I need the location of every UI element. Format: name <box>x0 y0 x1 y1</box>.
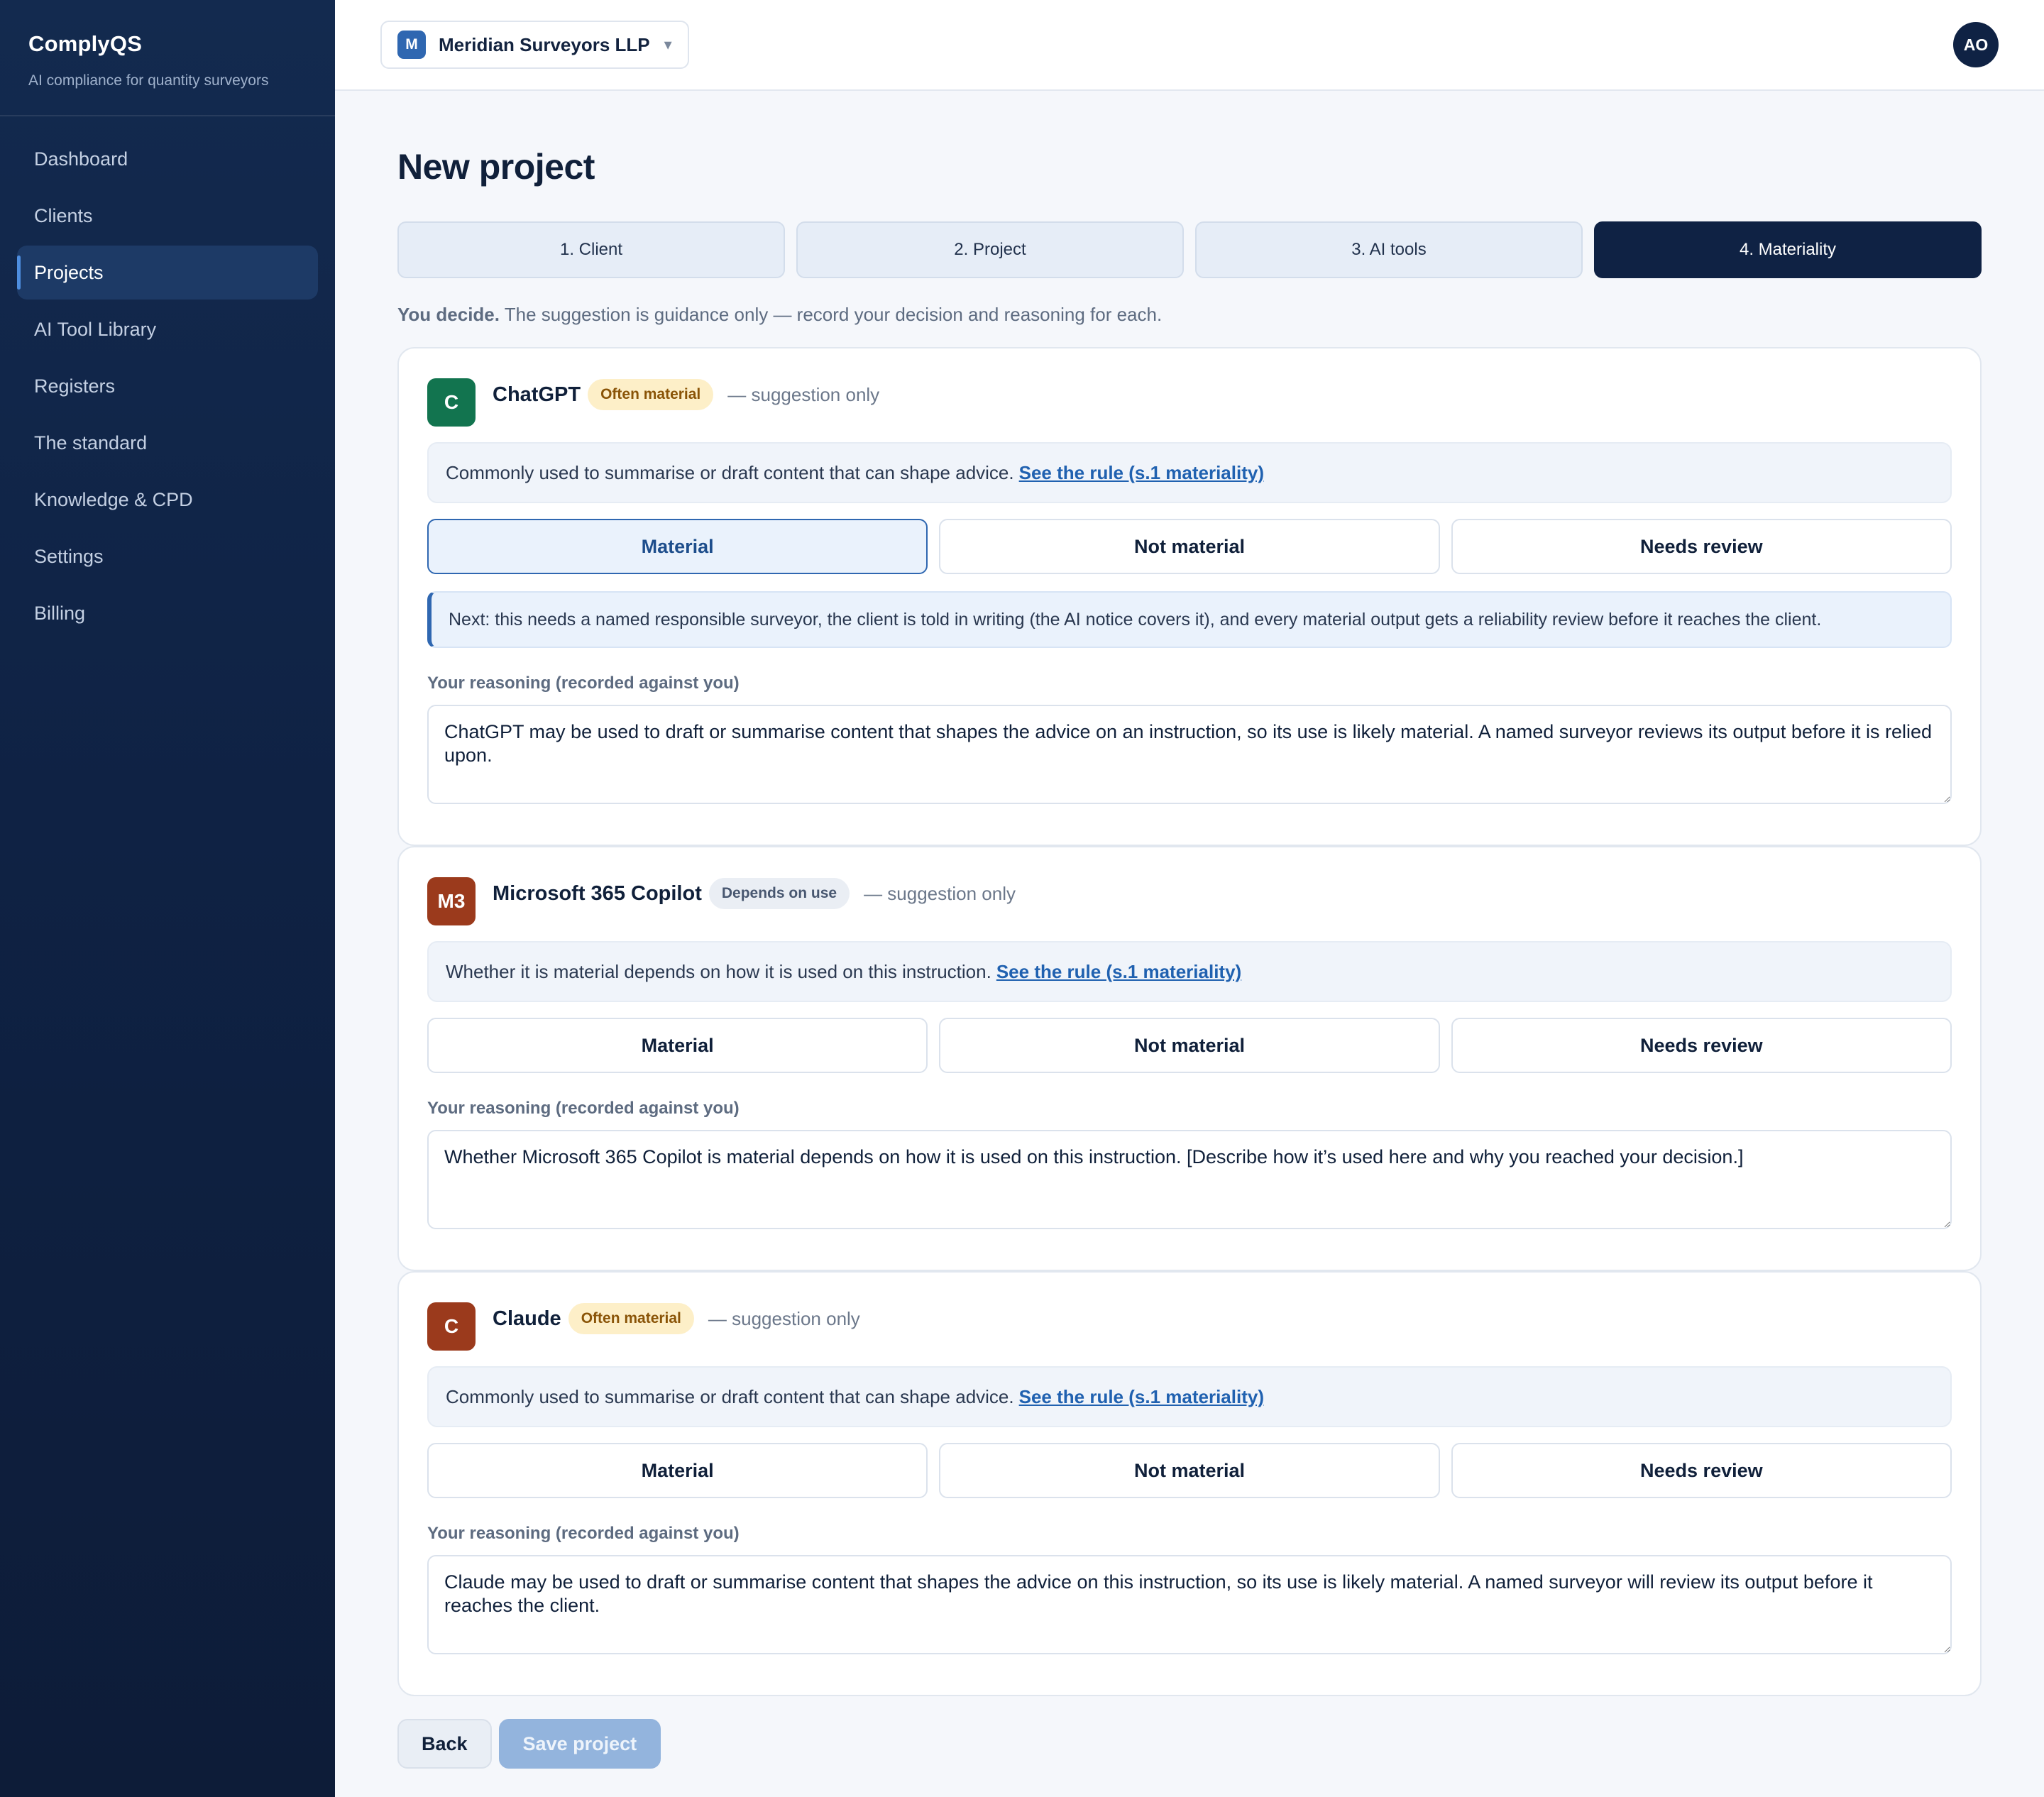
choice-not-material[interactable]: Not material <box>939 1443 1440 1498</box>
materiality-choices: Material Not material Needs review <box>427 519 1952 574</box>
tool-info-text: Commonly used to summarise or draft cont… <box>446 461 1014 483</box>
materiality-choices: Material Not material Needs review <box>427 1018 1952 1073</box>
main-area: M Meridian Surveyors LLP ▾ AO New projec… <box>335 0 2044 1797</box>
reasoning-textarea[interactable]: Claude may be used to draft or summarise… <box>427 1555 1952 1654</box>
sidebar-item-label: Settings <box>34 545 104 567</box>
choice-needs-review[interactable]: Needs review <box>1451 519 1952 574</box>
reasoning-label: Your reasoning (recorded against you) <box>427 1524 740 1543</box>
choice-not-material[interactable]: Not material <box>939 1018 1440 1073</box>
choice-not-material[interactable]: Not material <box>939 519 1440 574</box>
sidebar-item-dashboard[interactable]: Dashboard <box>17 132 318 186</box>
rule-link[interactable]: See the rule (s.1 materiality) <box>996 961 1241 983</box>
sidebar-item-the-standard[interactable]: The standard <box>17 416 318 470</box>
sidebar-item-settings[interactable]: Settings <box>17 529 318 583</box>
brand-name[interactable]: ComplyQS <box>28 31 307 57</box>
form-actions: Back Save project <box>397 1719 1982 1769</box>
tool-card-header: M3 Microsoft 365 Copilot Depends on use … <box>427 876 1952 925</box>
tool-card-claude: C Claude Often material — suggestion onl… <box>397 1271 1982 1696</box>
tool-name: ChatGPT <box>493 383 581 406</box>
save-project-button[interactable]: Save project <box>498 1719 661 1769</box>
hint-emphasis: You decide. <box>397 304 500 325</box>
sidebar-item-ai-tool-library[interactable]: AI Tool Library <box>17 302 318 356</box>
tool-icon: C <box>427 1302 476 1351</box>
wizard-steps: 1. Client 2. Project 3. AI tools 4. Mate… <box>397 221 1982 278</box>
rule-link[interactable]: See the rule (s.1 materiality) <box>1019 462 1264 484</box>
tool-title-line: ChatGPT Often material — suggestion only <box>493 377 879 412</box>
suggestion-note: — suggestion only <box>727 383 880 405</box>
materiality-badge: Often material <box>568 1303 694 1334</box>
sidebar-item-label: Projects <box>34 261 104 283</box>
sidebar-item-label: Billing <box>34 602 86 624</box>
choice-needs-review[interactable]: Needs review <box>1451 1018 1952 1073</box>
step-ai-tools[interactable]: 3. AI tools <box>1195 221 1583 278</box>
sidebar-item-label: Registers <box>34 375 116 397</box>
choice-needs-review[interactable]: Needs review <box>1451 1443 1952 1498</box>
back-button[interactable]: Back <box>397 1719 492 1769</box>
choice-material[interactable]: Material <box>427 1018 928 1073</box>
topbar: M Meridian Surveyors LLP ▾ AO <box>335 0 2044 91</box>
org-name: Meridian Surveyors LLP <box>439 33 650 55</box>
suggestion-note: — suggestion only <box>864 882 1016 904</box>
reasoning-textarea[interactable]: ChatGPT may be used to draft or summaris… <box>427 705 1952 804</box>
guidance-hint: You decide. The suggestion is guidance o… <box>397 304 1982 326</box>
sidebar-item-clients[interactable]: Clients <box>17 189 318 243</box>
step-materiality[interactable]: 4. Materiality <box>1594 221 1982 278</box>
page-title: New project <box>397 147 595 187</box>
tool-info-box: Whether it is material depends on how it… <box>427 941 1952 1002</box>
next-steps-note: Next: this needs a named responsible sur… <box>427 591 1952 648</box>
sidebar-item-billing[interactable]: Billing <box>17 586 318 640</box>
sidebar: ComplyQS AI compliance for quantity surv… <box>0 0 335 1797</box>
sidebar-item-label: AI Tool Library <box>34 318 157 340</box>
app-shell: ComplyQS AI compliance for quantity surv… <box>0 0 2044 1797</box>
sidebar-item-knowledge-cpd[interactable]: Knowledge & CPD <box>17 473 318 527</box>
tool-card-header: C ChatGPT Often material — suggestion on… <box>427 377 1952 427</box>
tool-card-m365-copilot: M3 Microsoft 365 Copilot Depends on use … <box>397 846 1982 1271</box>
sidebar-item-label: Clients <box>34 204 93 226</box>
reasoning-label: Your reasoning (recorded against you) <box>427 674 740 693</box>
reasoning-label: Your reasoning (recorded against you) <box>427 1099 740 1118</box>
brand: ComplyQS AI compliance for quantity surv… <box>0 0 335 116</box>
tool-info-box: Commonly used to summarise or draft cont… <box>427 442 1952 503</box>
hint-text: The suggestion is guidance only — record… <box>500 304 1163 325</box>
sidebar-item-projects[interactable]: Projects <box>17 246 318 300</box>
user-avatar[interactable]: AO <box>1953 22 1999 67</box>
tool-title-line: Claude Often material — suggestion only <box>493 1301 860 1336</box>
brand-tagline: AI compliance for quantity surveyors <box>28 72 269 89</box>
tool-icon: M3 <box>427 877 476 925</box>
tool-icon: C <box>427 378 476 427</box>
chevron-down-icon: ▾ <box>664 35 672 53</box>
org-switcher[interactable]: M Meridian Surveyors LLP ▾ <box>380 21 689 69</box>
tool-name: Microsoft 365 Copilot <box>493 881 702 905</box>
reasoning-textarea[interactable]: Whether Microsoft 365 Copilot is materia… <box>427 1130 1952 1229</box>
tool-card-chatgpt: C ChatGPT Often material — suggestion on… <box>397 347 1982 846</box>
materiality-badge: Often material <box>588 379 714 410</box>
step-project[interactable]: 2. Project <box>796 221 1184 278</box>
page-content: New project 1. Client 2. Project 3. AI t… <box>335 91 2044 1769</box>
materiality-choices: Material Not material Needs review <box>427 1443 1952 1498</box>
sidebar-item-label: The standard <box>34 432 148 454</box>
choice-material[interactable]: Material <box>427 519 928 574</box>
step-client[interactable]: 1. Client <box>397 221 785 278</box>
tool-info-box: Commonly used to summarise or draft cont… <box>427 1366 1952 1427</box>
sidebar-nav: Dashboard Clients Projects AI Tool Libra… <box>0 116 335 659</box>
suggestion-note: — suggestion only <box>708 1307 860 1329</box>
rule-link[interactable]: See the rule (s.1 materiality) <box>1019 1386 1264 1408</box>
sidebar-item-label: Knowledge & CPD <box>34 488 193 510</box>
tool-name: Claude <box>493 1307 561 1330</box>
tool-info-text: Whether it is material depends on how it… <box>446 960 991 982</box>
tool-title-line: Microsoft 365 Copilot Depends on use — s… <box>493 876 1016 911</box>
sidebar-item-registers[interactable]: Registers <box>17 359 318 413</box>
materiality-badge: Depends on use <box>708 878 850 909</box>
sidebar-item-label: Dashboard <box>34 148 128 170</box>
org-badge: M <box>397 31 426 59</box>
choice-material[interactable]: Material <box>427 1443 928 1498</box>
tool-info-text: Commonly used to summarise or draft cont… <box>446 1385 1014 1407</box>
tool-card-header: C Claude Often material — suggestion onl… <box>427 1301 1952 1351</box>
